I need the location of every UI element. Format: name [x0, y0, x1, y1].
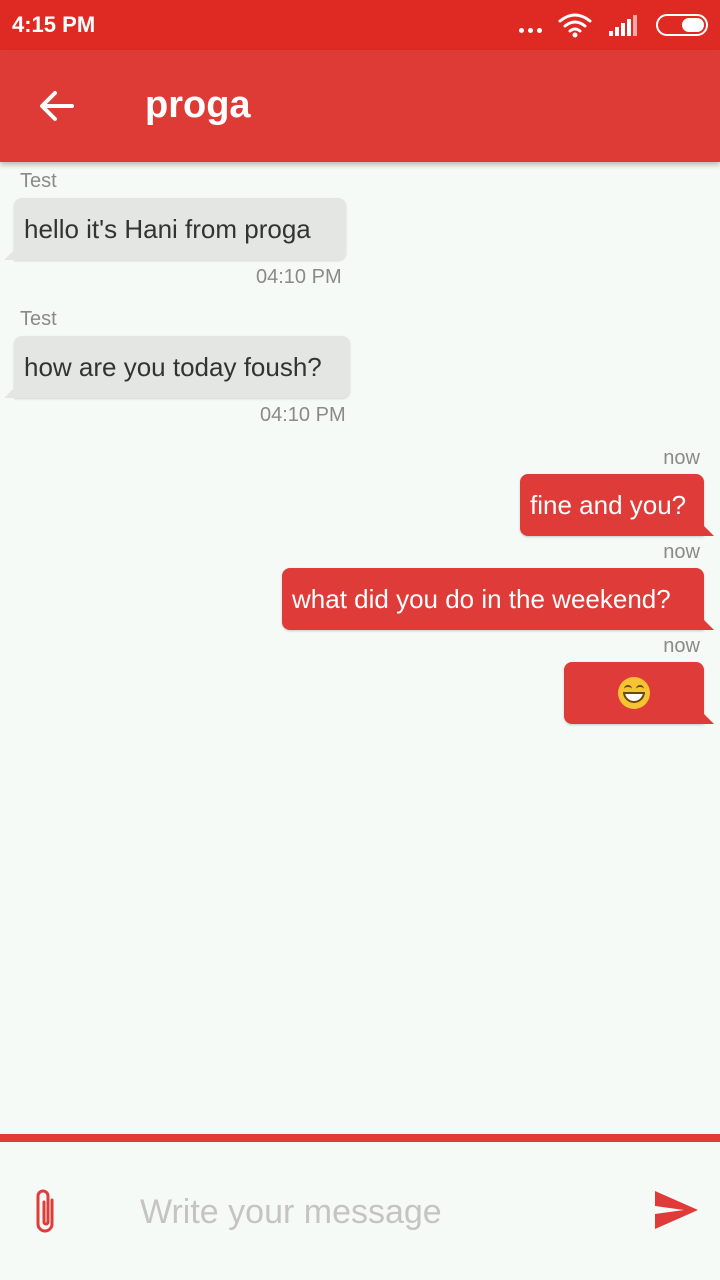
message-bubble-outgoing[interactable] [564, 662, 714, 724]
status-icons [519, 10, 708, 40]
wifi-icon [558, 13, 592, 38]
composer-divider [0, 1134, 720, 1142]
attach-button[interactable] [26, 1186, 66, 1238]
message-sender: Test [20, 308, 57, 330]
message-bubble-incoming[interactable]: hello it's Hani from proga [4, 198, 346, 260]
status-bar: 4:15 PM [0, 0, 720, 50]
paperclip-icon [36, 1189, 54, 1233]
message-text: hello it's Hani from proga [24, 213, 311, 244]
message-bubble-outgoing[interactable]: what did you do in the weekend? [282, 568, 714, 630]
message-time: 04:10 PM [256, 266, 342, 288]
message-input[interactable] [140, 1182, 610, 1242]
back-button[interactable] [28, 78, 84, 134]
status-time: 4:15 PM [12, 12, 96, 37]
message-time: now [663, 541, 700, 563]
message-bubble-incoming[interactable]: how are you today foush? [4, 336, 350, 398]
send-button[interactable] [652, 1188, 700, 1232]
app-bar: proga [0, 50, 720, 162]
message-time: 04:10 PM [260, 404, 346, 426]
message-bubble-outgoing[interactable]: fine and you? [520, 474, 714, 536]
message-time: now [663, 447, 700, 469]
message-text: fine and you? [530, 489, 687, 520]
chat-screen: 4:15 PM proga Test hello it's Hani from … [0, 0, 720, 1280]
send-icon [655, 1191, 698, 1229]
message-list[interactable]: Test hello it's Hani from proga 04:10 PM… [0, 162, 720, 1134]
more-dots-icon [519, 27, 542, 33]
grinning-face-icon [618, 677, 650, 709]
conversation-title: proga [145, 84, 251, 126]
message-composer [0, 1142, 720, 1280]
message-time: now [663, 635, 700, 657]
signal-icon [609, 15, 637, 36]
message-text: what did you do in the weekend? [292, 583, 671, 614]
arrow-left-icon [40, 91, 74, 121]
message-text: how are you today foush? [24, 351, 322, 382]
message-sender: Test [20, 170, 57, 192]
battery-icon [656, 14, 708, 36]
